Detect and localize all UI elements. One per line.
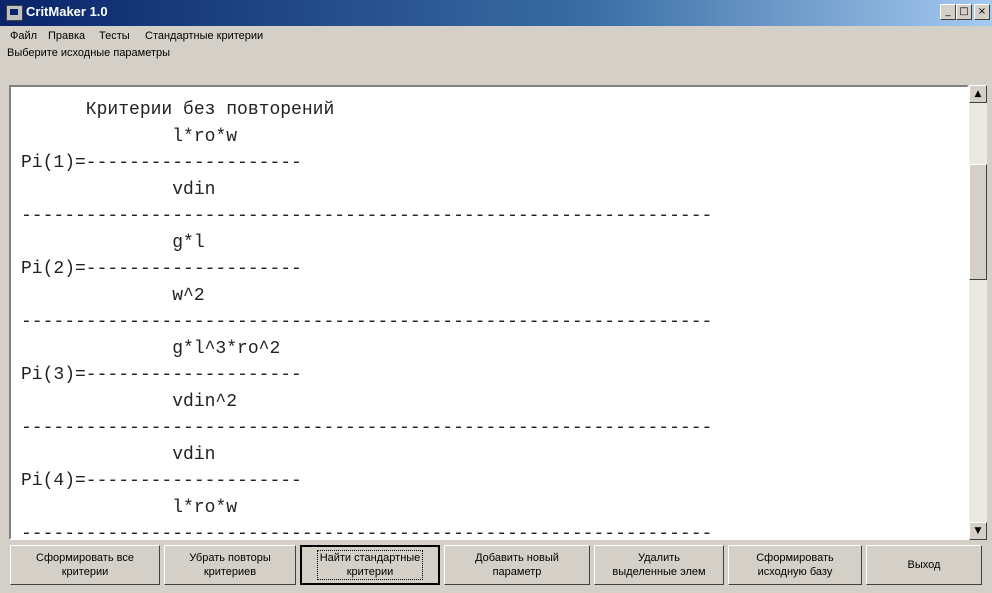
- criteria-output-text: Критерии без повторений l*ro*w Pi(1)=---…: [21, 100, 713, 540]
- add-parameter-button[interactable]: Добавить новый параметр: [444, 545, 590, 585]
- button-bar: Сформировать все критерии Убрать повторы…: [0, 540, 992, 593]
- add-parameter-label: Добавить новый параметр: [475, 552, 559, 578]
- menu-standard-criteria[interactable]: Стандартные критерии: [145, 30, 263, 42]
- menu-file[interactable]: Файл: [10, 30, 37, 42]
- minimize-button[interactable]: _: [940, 4, 956, 20]
- generate-base-button[interactable]: Сформировать исходную базу: [728, 545, 862, 585]
- close-button[interactable]: ×: [974, 4, 990, 20]
- vertical-scrollbar[interactable]: ▲ ▼: [969, 85, 987, 540]
- menu-edit[interactable]: Правка: [48, 30, 85, 42]
- remove-duplicates-button[interactable]: Убрать повторы критериев: [164, 545, 296, 585]
- delete-selected-label: Удалить выделенные элем: [612, 552, 706, 578]
- scroll-thumb[interactable]: [969, 163, 987, 280]
- delete-selected-button[interactable]: Удалить выделенные элем: [594, 545, 724, 585]
- generate-all-criteria-label: Сформировать все критерии: [36, 552, 134, 578]
- scroll-up-icon[interactable]: ▲: [969, 85, 987, 103]
- generate-base-label: Сформировать исходную базу: [756, 552, 834, 578]
- exit-button[interactable]: Выход: [866, 545, 982, 585]
- find-standard-criteria-label: Найти стандартные критерии: [316, 550, 424, 580]
- scroll-down-icon[interactable]: ▼: [969, 522, 987, 540]
- menu-tests[interactable]: Тесты: [99, 30, 130, 42]
- prompt-label: Выберите исходные параметры: [7, 47, 171, 59]
- maximize-button[interactable]: □: [956, 4, 972, 20]
- title-bar[interactable]: CritMaker 1.0 _ □ ×: [0, 0, 992, 26]
- criteria-output-textarea[interactable]: Критерии без повторений l*ro*w Pi(1)=---…: [9, 85, 969, 540]
- window-title: CritMaker 1.0: [26, 4, 108, 19]
- app-icon[interactable]: [6, 5, 23, 21]
- find-standard-criteria-button[interactable]: Найти стандартные критерии: [300, 545, 440, 585]
- remove-duplicates-label: Убрать повторы критериев: [189, 552, 271, 578]
- exit-label: Выход: [907, 559, 941, 571]
- app-window: CritMaker 1.0 _ □ × Файл Правка Тесты Ст…: [0, 0, 992, 593]
- menu-bar: Файл Правка Тесты Стандартные критерии: [0, 26, 992, 46]
- generate-all-criteria-button[interactable]: Сформировать все критерии: [10, 545, 160, 585]
